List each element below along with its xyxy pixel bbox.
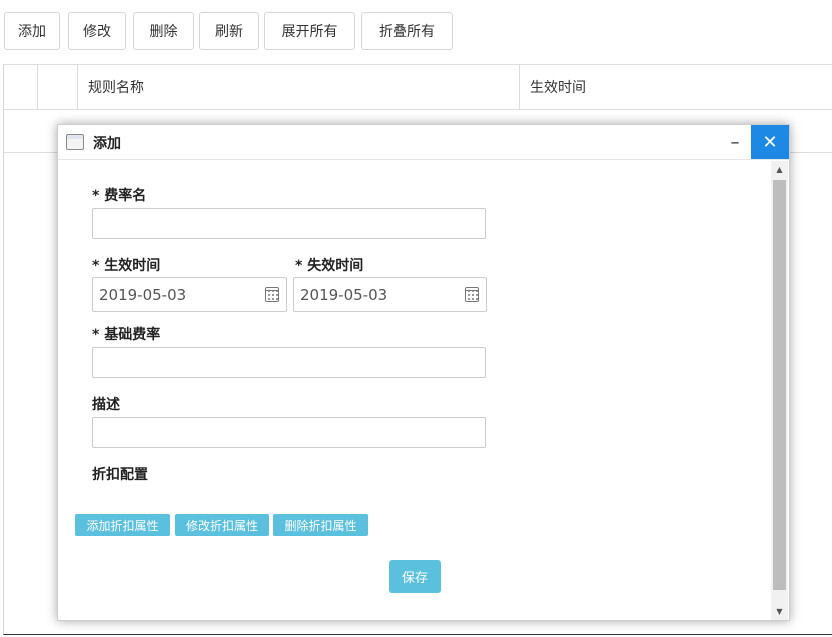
expiry-time-label: * 失效时间 (295, 258, 364, 274)
page: 添加 修改 删除 刷新 展开所有 折叠所有 规则名称 生效时间 添加 – ✕ *… (0, 0, 832, 637)
base-rate-label: * 基础费率 (92, 327, 161, 343)
add-dialog: 添加 – ✕ * 费率名 * 生效时间 * 失效时间 2019-05-03 20… (57, 124, 790, 621)
minimize-button[interactable]: – (720, 125, 750, 159)
grid-expander-column (4, 65, 38, 109)
effective-time-label: * 生效时间 (92, 258, 161, 274)
save-button[interactable]: 保存 (389, 560, 441, 593)
base-rate-field[interactable] (92, 347, 486, 378)
dialog-title: 添加 (93, 136, 121, 152)
close-button[interactable]: ✕ (751, 125, 789, 159)
delete-discount-button[interactable]: 删除折扣属性 (273, 514, 368, 536)
expand-all-button[interactable]: 展开所有 (264, 12, 355, 50)
collapse-all-button[interactable]: 折叠所有 (361, 12, 453, 50)
discount-config-label: 折扣配置 (92, 467, 148, 483)
effective-time-value: 2019-05-03 (99, 285, 187, 304)
column-header-rule-name[interactable]: 规则名称 (78, 65, 520, 109)
grid-header: 规则名称 生效时间 (4, 64, 832, 110)
column-header-effective-time[interactable]: 生效时间 (520, 65, 832, 109)
refresh-button[interactable]: 刷新 (199, 12, 259, 50)
description-field[interactable] (92, 417, 486, 448)
calendar-icon[interactable] (265, 287, 279, 302)
scroll-down-icon[interactable]: ▼ (771, 603, 788, 620)
expiry-time-value: 2019-05-03 (300, 285, 388, 304)
add-discount-button[interactable]: 添加折扣属性 (75, 514, 170, 536)
dialog-header[interactable]: 添加 – ✕ (58, 125, 789, 160)
delete-button[interactable]: 删除 (133, 12, 194, 50)
scroll-up-icon[interactable]: ▲ (771, 161, 788, 178)
description-label: 描述 (92, 397, 120, 413)
rate-name-field[interactable] (92, 208, 486, 239)
edit-button[interactable]: 修改 (68, 12, 126, 50)
rate-name-label: * 费率名 (92, 188, 147, 204)
add-button[interactable]: 添加 (4, 12, 60, 50)
scroll-thumb[interactable] (773, 180, 786, 590)
calendar-icon[interactable] (465, 287, 479, 302)
dialog-scrollbar[interactable]: ▲ ▼ (771, 161, 788, 620)
grid-checkbox-column[interactable] (38, 65, 78, 109)
expiry-time-field[interactable]: 2019-05-03 (293, 277, 487, 312)
edit-discount-button[interactable]: 修改折扣属性 (175, 514, 269, 536)
window-icon (66, 134, 84, 150)
effective-time-field[interactable]: 2019-05-03 (92, 277, 287, 312)
